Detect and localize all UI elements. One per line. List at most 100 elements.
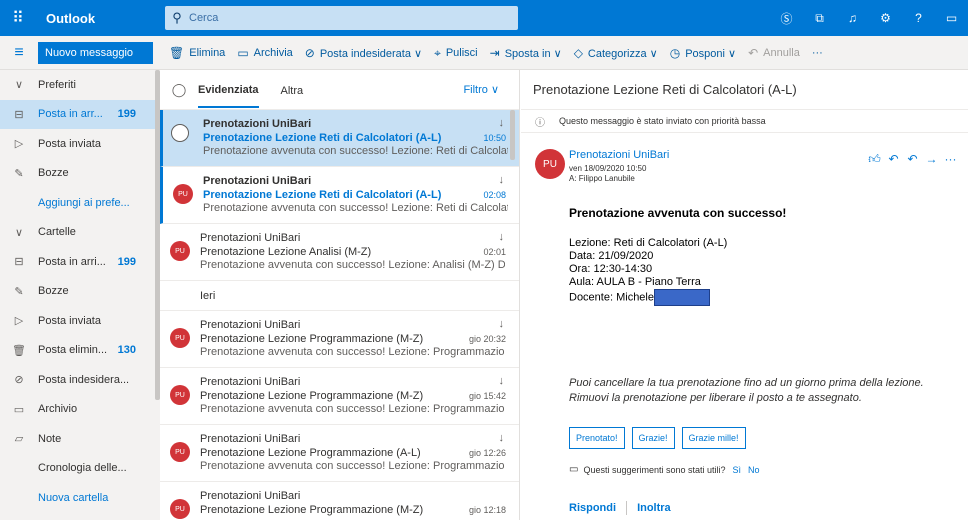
message-list-header: ◯ Evidenziata Altra Filtro ∨	[160, 70, 519, 110]
message-subject: Prenotazione Lezione Reti di Calcolatori…	[203, 189, 442, 201]
message-time: 02:01	[483, 247, 506, 257]
feedback-yes-link[interactable]: Sì	[733, 465, 742, 475]
nav-item[interactable]: ▭ Archivio	[0, 395, 160, 425]
skype-icon[interactable]: Ⓢ	[770, 0, 803, 36]
nav-item-label: Posta inviata	[38, 137, 101, 150]
message-subject: Prenotazione Lezione Programmazione (M-Z…	[200, 504, 424, 516]
gear-icon[interactable]: ⚙	[869, 0, 902, 36]
body-line: Ora: 12:30-14:30	[569, 263, 653, 275]
search-box[interactable]: ⚲ Cerca	[165, 6, 518, 30]
nav-item[interactable]: Nuova cartella	[0, 483, 160, 513]
folders-header[interactable]: ∨ Cartelle	[0, 218, 160, 248]
message-title: Prenotazione Lezione Reti di Calcolatori…	[521, 70, 968, 110]
command-2[interactable]: ⊘ Posta indesiderata ∨	[299, 36, 428, 70]
folder-icon: ▭	[13, 403, 25, 416]
new-message-button[interactable]: Nuovo messaggio	[38, 41, 153, 64]
command-0[interactable]: 🗑 Elimina	[163, 36, 231, 70]
forward-button[interactable]: Inoltra	[637, 502, 671, 514]
nav-item[interactable]: ⊟ Posta in arri... 199	[0, 247, 160, 277]
bell-icon[interactable]: ♫	[836, 0, 869, 36]
reply-button[interactable]: Rispondi	[569, 502, 616, 514]
unread-count: 130	[117, 344, 136, 357]
message-row[interactable]: PU Prenotazioni UniBari Prenotazione Lezio…	[160, 167, 519, 224]
command-8[interactable]: ···	[806, 36, 829, 70]
group-header: Ieri	[160, 281, 519, 311]
folder-icon: ⊟	[14, 256, 24, 269]
message-sender: Prenotazioni UniBari	[200, 433, 301, 445]
body-headline: Prenotazione avvenuta con successo!	[569, 206, 787, 220]
avatar[interactable]: PU	[170, 442, 190, 462]
message-row[interactable]: Prenotazioni UniBari Prenotazione Lezione…	[160, 110, 519, 167]
help-icon[interactable]: ?	[902, 0, 935, 36]
suggestion-button[interactable]: Grazie mille!	[681, 427, 746, 449]
message-time: gio 12:18	[468, 505, 506, 515]
avatar[interactable]: PU	[173, 184, 193, 204]
select-all-icon[interactable]: ◯	[160, 82, 198, 98]
avatar[interactable]: PU	[170, 241, 190, 261]
feedback-no-link[interactable]: No	[748, 465, 760, 475]
tab-other[interactable]: Altra	[281, 73, 304, 107]
recipient: A: Filippo Lanubile	[569, 174, 635, 183]
message-subject: Prenotazione Lezione Programmazione (A-L…	[200, 447, 421, 459]
select-checkbox[interactable]	[171, 124, 189, 142]
suggestion-button[interactable]: Grazie!	[631, 427, 675, 449]
command-5[interactable]: ◇ Categorizza ∨	[568, 36, 664, 70]
avatar[interactable]: PU	[170, 328, 190, 348]
command-list: 🗑 Elimina ▭ Archivia ⊘ Posta indesiderata ∨ ⌖ P…	[163, 36, 829, 70]
nav-item[interactable]: ▷ Posta inviata	[0, 129, 160, 159]
sender-avatar[interactable]: PU	[535, 149, 565, 179]
command-bar: ≡ Nuovo messaggio 🗑 Elimina ▭ Archivia ⊘ Post…	[0, 36, 968, 70]
nav-item-label: Bozze	[38, 285, 69, 298]
nav-item[interactable]: ✎ Bozze	[0, 277, 160, 307]
message-row[interactable]: PU Prenotazioni UniBari Prenotazione Lezio…	[160, 482, 519, 520]
like-icon[interactable]: 👍︎	[865, 152, 884, 167]
command-6[interactable]: ◷ Posponi ∨	[664, 36, 742, 70]
app-launcher-icon[interactable]: ⠿	[0, 0, 36, 36]
nav-item[interactable]: Aggiungi ai prefe...	[0, 188, 160, 218]
suggestion-button[interactable]: Prenotato!	[569, 427, 625, 449]
command-4[interactable]: ⇥ Sposta in ∨	[484, 36, 568, 70]
hamburger-menu-icon[interactable]: ≡	[0, 36, 38, 70]
nav-item[interactable]: ✎ Bozze	[0, 159, 160, 189]
forward-icon[interactable]: →	[922, 152, 941, 167]
message-preview: Prenotazione avvenuta con successo! Lezi…	[200, 460, 505, 472]
nav-item[interactable]: ▷ Posta inviata	[0, 306, 160, 336]
command-1[interactable]: ▭ Archivia	[231, 36, 298, 70]
message-sender: Prenotazioni UniBari	[200, 490, 301, 502]
reply-all-icon[interactable]: ↶	[903, 152, 922, 167]
nav-item[interactable]: ⊟ Posta in arr... 199	[0, 99, 160, 129]
app-name[interactable]: Outlook	[36, 11, 162, 26]
folder-icon: ⊘	[14, 374, 24, 387]
reply-icon[interactable]: ↶	[884, 152, 903, 167]
avatar[interactable]: PU	[170, 385, 190, 405]
search-input[interactable]: Cerca	[189, 12, 218, 24]
sender-name[interactable]: Prenotazioni UniBari	[569, 149, 669, 161]
download-arrow-icon: ↓	[498, 174, 505, 186]
command-3[interactable]: ⌖ Pulisci	[428, 36, 484, 70]
favorites-header[interactable]: ∨ Preferiti	[0, 70, 160, 100]
feedback-icon[interactable]: ▭	[935, 0, 968, 36]
nav-item-label: Posta indesidera...	[38, 373, 130, 386]
filter-button[interactable]: Filtro ∨	[463, 83, 499, 96]
teams-icon[interactable]: ⧉	[803, 0, 836, 36]
message-time: gio 15:42	[468, 391, 506, 401]
nav-item[interactable]: ▱ Note	[0, 424, 160, 454]
list-scrollbar[interactable]	[510, 110, 515, 160]
nav-item-label: Note	[38, 432, 62, 445]
message-row[interactable]: PU Prenotazioni UniBari Prenotazione Lezio…	[160, 224, 519, 281]
message-row[interactable]: PU Prenotazioni UniBari Prenotazione Lezio…	[160, 368, 519, 425]
command-icon: 🗑	[169, 46, 185, 60]
suggested-replies: Prenotato! Grazie! Grazie mille!	[569, 427, 753, 449]
command-icon: ◇	[573, 46, 583, 60]
message-row[interactable]: PU Prenotazioni UniBari Prenotazione Lezio…	[160, 425, 519, 482]
message-preview: Prenotazione avvenuta con successo! Lezi…	[200, 346, 505, 358]
more-icon[interactable]: ···	[941, 152, 960, 167]
command-7[interactable]: ↶ Annulla	[742, 36, 806, 70]
message-row[interactable]: PU Prenotazioni UniBari Prenotazione Lezio…	[160, 311, 519, 368]
nav-item[interactable]: Cronologia delle...	[0, 454, 160, 484]
folder-icon: ✎	[14, 167, 24, 180]
tab-focused[interactable]: Evidenziata	[198, 72, 259, 108]
nav-item[interactable]: ⊘ Posta indesidera...	[0, 365, 160, 395]
nav-item[interactable]: 🗑 Posta elimin... 130	[0, 336, 160, 366]
avatar[interactable]: PU	[170, 499, 190, 519]
